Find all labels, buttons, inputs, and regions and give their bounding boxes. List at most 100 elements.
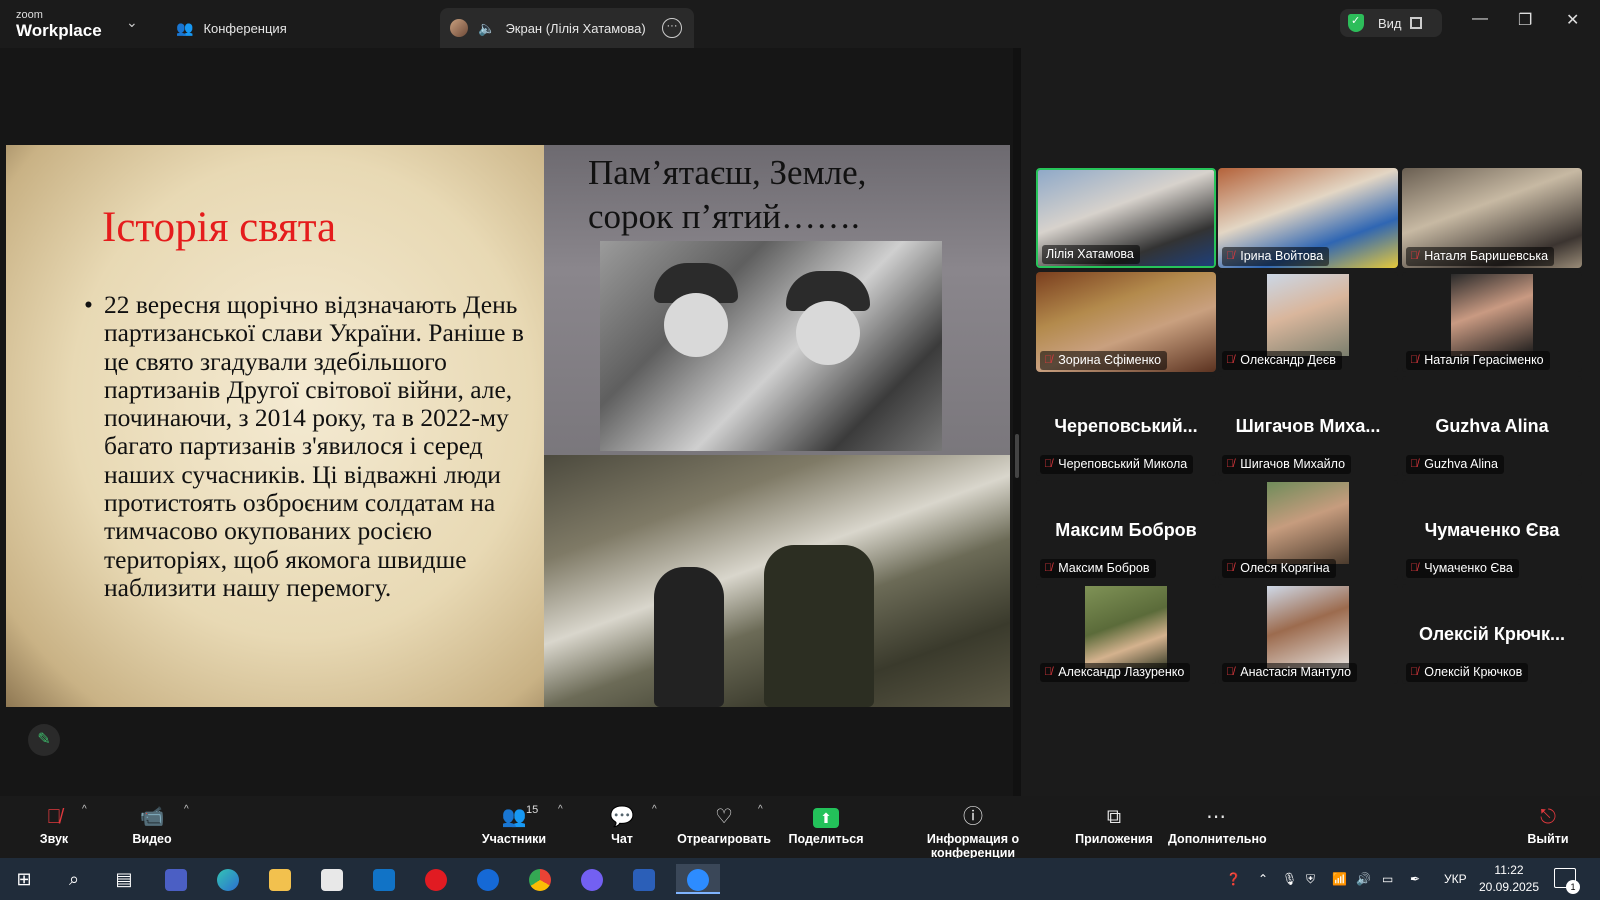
participant-name: Чумаченко Єва <box>1424 561 1513 575</box>
audio-button[interactable]: 🎙̸ Звук <box>34 802 74 854</box>
participant-name: Зорина Єфіменко <box>1058 353 1162 367</box>
battery-icon[interactable]: ▭ <box>1382 858 1393 900</box>
word-icon[interactable] <box>628 864 660 894</box>
search-icon[interactable]: ⌕ <box>58 864 90 894</box>
bullet-dot: • <box>84 290 93 319</box>
participant-tile[interactable]: 🎙̸ Наталя Баришевська <box>1402 168 1582 268</box>
participant-tile[interactable]: 🎙̸ Анастасія Мантуло <box>1218 584 1398 684</box>
react-options-caret[interactable]: ^ <box>756 802 770 854</box>
modern-photo <box>544 455 1010 707</box>
photo-figure <box>796 301 860 365</box>
apps-button[interactable]: ⧉ Приложения <box>1074 802 1154 854</box>
help-icon[interactable]: ❓ <box>1226 858 1241 900</box>
tab-screen-share[interactable]: 🔈 Экран (Лілія Хатамова) ··· <box>440 8 694 48</box>
participant-name-label: 🎙̸ Зорина Єфіменко <box>1040 351 1168 370</box>
chat-label: Чат <box>611 832 633 846</box>
windows-start-icon[interactable]: ⊞ <box>8 864 40 894</box>
more-button[interactable]: ⋯ Дополнительно <box>1168 802 1267 854</box>
teamviewer-icon[interactable] <box>472 864 504 894</box>
participant-name-label: 🎙̸ Олексій Крючков <box>1406 663 1529 682</box>
participant-video <box>1267 274 1349 356</box>
microphone-icon[interactable]: 🎙 <box>1282 858 1297 900</box>
video-options-caret[interactable]: ^ <box>182 802 196 854</box>
audio-options-caret[interactable]: ^ <box>80 802 94 854</box>
restore-button[interactable]: ❐ <box>1518 10 1532 30</box>
participant-tile[interactable]: 🎙̸ Наталія Герасіменко <box>1402 272 1582 372</box>
presentation-slide: Історія свята • 22 вересня щорічно відзн… <box>6 145 1010 707</box>
file-explorer-icon[interactable] <box>264 864 296 894</box>
chevron-up-icon[interactable]: ⌃ <box>1258 858 1268 900</box>
logo-workplace-text: Workplace <box>16 21 102 40</box>
save-app-icon[interactable] <box>160 864 192 894</box>
shared-screen: Історія свята • 22 вересня щорічно відзн… <box>0 48 1018 796</box>
share-icon: ⬆ <box>786 802 866 832</box>
people-icon: 👥 <box>176 19 194 36</box>
participant-display-name: Чумаченко Єва <box>1424 520 1560 540</box>
zoom-taskbar-icon[interactable] <box>676 864 720 894</box>
opera-icon[interactable] <box>420 864 452 894</box>
more-options-icon[interactable]: ··· <box>662 18 682 38</box>
participant-name: Ірина Войтова <box>1240 249 1324 263</box>
participant-tile[interactable]: Шигачов Миха... 🎙̸ Шигачов Михайло <box>1218 376 1398 476</box>
edge-icon[interactable] <box>212 864 244 894</box>
share-button[interactable]: ⬆ Поделиться <box>786 802 866 854</box>
video-button[interactable]: 📹 Видео <box>128 802 176 854</box>
notification-badge: 1 <box>1566 880 1580 894</box>
audio-label: Звук <box>39 832 69 846</box>
store-icon[interactable] <box>316 864 348 894</box>
pen-icon[interactable]: ✒ <box>1410 858 1420 900</box>
windows-taskbar: ⊞ ⌕ ▤ ❓ ⌃ 🎙 ⛨ 📶 🔊 ▭ ✒ УКР 11:22 20.09.20… <box>0 858 1600 900</box>
participants-options-caret[interactable]: ^ <box>556 802 570 854</box>
participant-tile[interactable]: Guzhva Alina 🎙̸ Guzhva Alina <box>1402 376 1582 476</box>
clock[interactable]: 11:22 20.09.2025 <box>1474 862 1544 896</box>
participant-tile[interactable]: 🎙̸ Ірина Войтова <box>1218 168 1398 268</box>
participant-display-name: Олексій Крючк... <box>1419 624 1565 644</box>
shield-tray-icon[interactable]: ⛨ <box>1306 858 1315 900</box>
participant-video <box>1085 586 1167 668</box>
volume-icon[interactable]: 🔊 <box>1356 858 1371 900</box>
mic-muted-icon: 🎙̸ <box>1226 458 1235 470</box>
participant-tile[interactable]: Максим Бобров 🎙̸ Максим Бобров <box>1036 480 1216 580</box>
outlook-icon[interactable] <box>368 864 400 894</box>
speaker-icon: 🔈 <box>478 19 496 36</box>
chevron-down-icon[interactable]: ⌄ <box>126 14 138 31</box>
resize-handle[interactable] <box>1015 434 1019 478</box>
participant-tile[interactable]: 🎙̸ Олександр Деєв <box>1218 272 1398 372</box>
network-icon[interactable]: 📶 <box>1332 858 1347 900</box>
viber-icon[interactable] <box>576 864 608 894</box>
participant-name: Олеся Корягіна <box>1240 561 1330 575</box>
minimize-button[interactable]: — <box>1472 10 1488 28</box>
meeting-info-button[interactable]: ⓘ Информация о конференции <box>884 802 1062 860</box>
leave-button[interactable]: ⎋ Выйти <box>1526 802 1570 854</box>
mic-muted-icon: 🎙̸ <box>1410 562 1419 574</box>
task-view-icon[interactable]: ▤ <box>108 864 140 894</box>
participant-tile[interactable]: 🎙̸ Олеся Корягіна <box>1218 480 1398 580</box>
participant-tile[interactable]: 🎙̸ Зорина Єфіменко <box>1036 272 1216 372</box>
annotate-pencil-icon[interactable]: ✎ <box>28 724 60 756</box>
participant-tile[interactable]: Лілія Хатамова <box>1036 168 1216 268</box>
mic-muted-icon: 🎙̸ <box>46 806 62 828</box>
participant-tile[interactable]: Череповський... 🎙̸ Череповський Микола <box>1036 376 1216 476</box>
participant-name-label: Лілія Хатамова <box>1042 245 1140 264</box>
view-button[interactable]: Вид <box>1340 9 1442 37</box>
slide-photo-panel-top: Пам’ятаєш, Земле, сорок п’ятий……. <box>544 145 1010 455</box>
meeting-toolbar: 🎙̸ Звук ^ 📹 Видео ^ 👥 15 Участники ^ 💬 Ч… <box>0 796 1600 860</box>
mic-muted-icon: 🎙̸ <box>1410 354 1419 366</box>
apps-label: Приложения <box>1075 832 1153 846</box>
tab-conference[interactable]: 👥 Конференция <box>176 8 287 48</box>
participants-button[interactable]: 👥 15 Участники <box>474 802 554 854</box>
participant-name-label: 🎙̸ Чумаченко Єва <box>1406 559 1519 578</box>
participant-tile[interactable]: 🎙̸ Александр Лазуренко <box>1036 584 1216 684</box>
close-button[interactable]: ✕ <box>1566 10 1579 30</box>
participant-tile[interactable]: Олексій Крючк... 🎙̸ Олексій Крючков <box>1402 584 1582 684</box>
language-indicator[interactable]: УКР <box>1444 858 1467 900</box>
chat-options-caret[interactable]: ^ <box>650 802 664 854</box>
zoom-logo[interactable]: zoom Workplace <box>16 10 126 41</box>
photo-figure <box>664 293 728 357</box>
participant-tile[interactable]: Чумаченко Єва 🎙̸ Чумаченко Єва <box>1402 480 1582 580</box>
slide-bullet-text: 22 вересня щорічно відзначають День парт… <box>104 290 524 602</box>
participants-count: 15 <box>526 804 539 816</box>
chat-button[interactable]: 💬 Чат <box>602 802 642 854</box>
participant-display-name: Череповський... <box>1054 416 1198 436</box>
chrome-icon[interactable] <box>524 864 556 894</box>
